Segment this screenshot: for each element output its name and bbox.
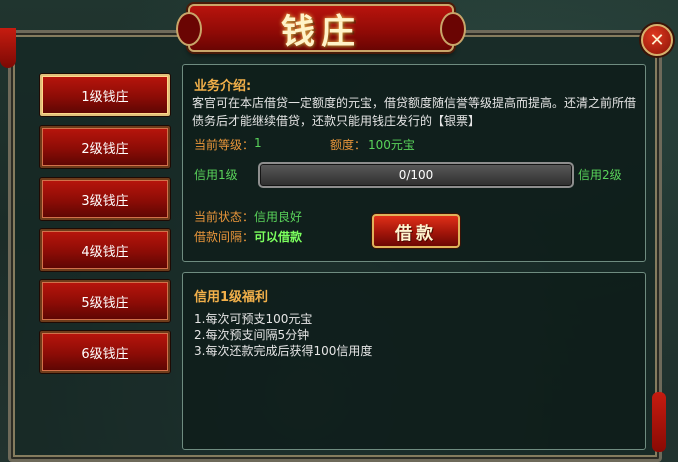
sidebar-item-level-6[interactable]: 6级钱庄 [40,331,170,373]
sidebar-item-level-5[interactable]: 5级钱庄 [40,280,170,322]
state-value: 信用良好 [254,210,303,224]
state-label: 当前状态： [194,210,255,224]
sidebar-item-level-4[interactable]: 4级钱庄 [40,229,170,271]
intro-text: 客官可在本店借贷一定额度的元宝，借贷额度随信誉等级提高而提高。还清之前所借债务后… [192,96,637,128]
sidebar-item-level-3[interactable]: 3级钱庄 [40,178,170,220]
tassel-ornament [652,392,666,452]
window-title: 钱庄 [281,11,361,52]
credit-progress-text: 0/100 [398,168,434,182]
close-button[interactable]: ✕ [641,24,673,56]
level-label: 当前等级： [194,138,255,152]
benefit-item: 1.每次可预支100元宝 [194,312,313,326]
quota-label: 额度： [330,138,367,152]
credit-level-next: 信用2级 [578,168,622,182]
sidebar-item-level-1[interactable]: 1级钱庄 [40,74,170,116]
credit-level-current: 信用1级 [194,168,238,182]
level-value: 1 [254,136,262,150]
sidebar-item-level-2[interactable]: 2级钱庄 [40,126,170,168]
quota-value: 100元宝 [368,138,415,152]
loan-button[interactable]: 借款 [372,214,460,248]
credit-progress-bar: 0/100 [258,162,574,188]
interval-value: 可以借款 [254,230,303,244]
close-icon: ✕ [649,29,665,51]
benefits-title: 信用1级福利 [194,290,269,305]
title-plaque: 钱庄 [176,4,466,52]
benefit-item: 2.每次预支间隔5分钟 [194,328,310,342]
frame-ornament-left [0,28,16,68]
intro-title: 业务介绍: [194,79,252,94]
benefit-item: 3.每次还款完成后获得100信用度 [194,344,373,358]
interval-label: 借款间隔： [194,230,255,244]
